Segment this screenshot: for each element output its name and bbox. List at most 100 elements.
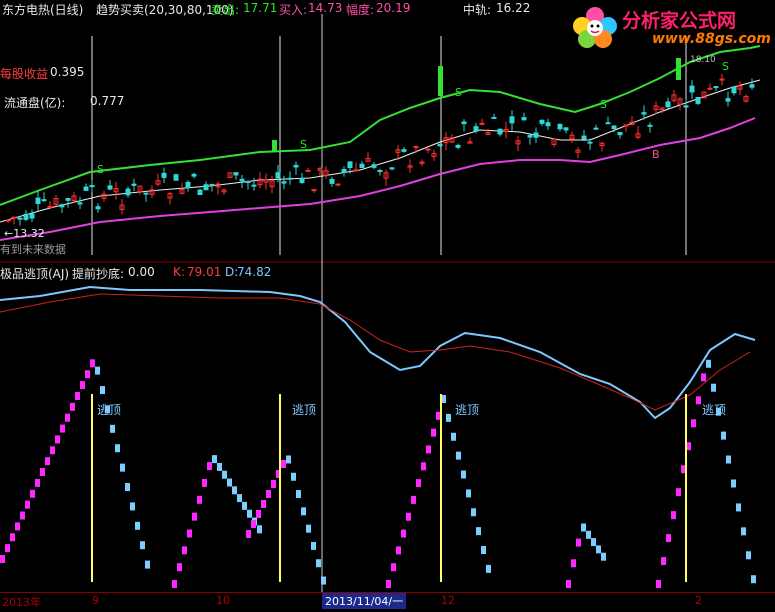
candle-body (689, 85, 695, 93)
candle-body (191, 173, 197, 177)
candle-body (95, 206, 101, 210)
sell-signal-mark: S (300, 138, 307, 151)
buy-label: 买入: (279, 3, 308, 17)
oscillator-step (266, 490, 271, 498)
candle-body (89, 185, 95, 188)
oscillator-step (45, 457, 50, 466)
candle-body (719, 78, 725, 81)
oscillator-step (140, 541, 145, 550)
oscillator-step (701, 373, 706, 382)
oscillator-step (271, 480, 276, 488)
candle-body (731, 86, 737, 94)
candle-body (623, 124, 629, 127)
oscillator-step (601, 552, 606, 561)
candle-body (581, 135, 587, 140)
oscillator-step (486, 564, 491, 573)
float-label: 流通盘(亿): (4, 96, 66, 110)
eps-value: 0.395 (50, 65, 85, 79)
logo-title: 分析家公式网 (622, 10, 737, 32)
oscillator-step (311, 541, 316, 550)
k-label: K: (173, 265, 185, 279)
upper-band-line (0, 45, 761, 206)
oscillator-step (396, 546, 401, 555)
candle-body (611, 125, 617, 130)
oscillator-step (35, 478, 40, 487)
amplitude-value: 20.19 (376, 1, 411, 15)
candle-body (23, 213, 29, 220)
oscillator-step (581, 523, 586, 532)
candle-body (287, 177, 293, 180)
sell-signal-mark: S (722, 60, 729, 73)
candle-body (695, 97, 701, 104)
candle-body (707, 87, 713, 90)
oscillator-step (446, 413, 451, 422)
candle-body (353, 169, 359, 172)
candle-body (665, 101, 671, 108)
candle-body (35, 197, 41, 205)
oscillator-step (256, 510, 261, 518)
oscillator-step (741, 527, 746, 536)
d-line (0, 293, 751, 411)
candle-body (29, 213, 35, 219)
oscillator-step (246, 530, 251, 538)
sell-signal-mark: S (97, 163, 104, 176)
candle-body (371, 164, 377, 168)
oscillator-step (257, 525, 262, 534)
oscillator-step (471, 508, 476, 517)
oscillator-step (115, 444, 120, 453)
oscillator-step (726, 455, 731, 464)
oscillator-step (406, 512, 411, 521)
candle-body (593, 127, 599, 130)
escape-top-label: 逃顶 (455, 403, 480, 417)
oscillator-step (691, 419, 696, 428)
escape-top-label: 逃顶 (292, 403, 317, 417)
oscillator-step (401, 529, 406, 538)
mid-rail-label: 中轨: (463, 3, 492, 17)
oscillator-step (130, 502, 135, 511)
candle-body (197, 189, 203, 196)
candle-body (557, 123, 563, 130)
buy-value: 14.73 (308, 1, 343, 15)
oscillator-step (571, 559, 576, 568)
candle-body (311, 189, 317, 192)
oscillator-step (30, 489, 35, 498)
oscillator-step (566, 580, 571, 588)
stock-title: 东方电热(日线) (2, 3, 84, 17)
chart-canvas[interactable] (0, 0, 775, 611)
date-axis-label: 12 (441, 594, 455, 607)
candle-body (389, 167, 395, 170)
candle-body (647, 124, 653, 127)
candle-body (401, 149, 407, 152)
oscillator-step (172, 580, 177, 588)
oscillator-step (10, 533, 15, 542)
oscillator-step (321, 576, 326, 585)
oscillator-step (481, 546, 486, 555)
oscillator-step (451, 432, 456, 441)
sell-signal-mark: S (455, 86, 462, 99)
oscillator-step (0, 555, 5, 563)
oscillator-step (25, 500, 30, 509)
candle-body (587, 141, 593, 144)
candle-body (251, 184, 257, 187)
selected-date-cursor[interactable]: 2013/11/04/一 (322, 593, 407, 609)
oscillator-step (40, 468, 45, 477)
k-line (0, 285, 756, 420)
candle-body (341, 168, 347, 173)
oscillator-step (95, 366, 100, 375)
oscillator-step (125, 483, 130, 492)
candle-body (491, 116, 497, 119)
candle-body (533, 132, 539, 138)
float-value: 0.777 (90, 94, 125, 108)
oscillator-step (661, 557, 666, 566)
oscillator-step (75, 391, 80, 400)
candle-body (455, 144, 461, 148)
candle-body (161, 172, 167, 178)
candle-body (749, 84, 755, 88)
candle-body (233, 172, 239, 176)
candle-body (275, 172, 281, 179)
oscillator-step (666, 534, 671, 543)
oscillator-step (731, 479, 736, 488)
oscillator-step (212, 455, 217, 464)
oscillator-step (5, 544, 10, 553)
candle-body (185, 181, 191, 189)
